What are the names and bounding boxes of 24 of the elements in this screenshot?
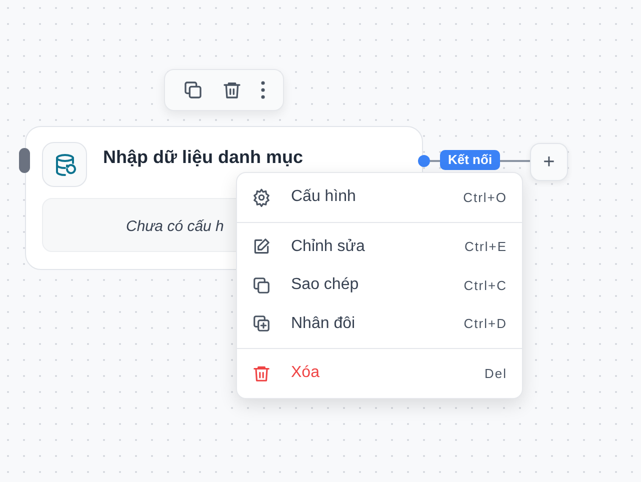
edit-icon [252,237,271,256]
add-node-button[interactable]: + [530,143,568,181]
duplicate-icon [252,314,271,334]
connection-label: Kết nối [440,150,500,170]
shortcut-text: Ctrl+D [464,315,507,333]
shortcut-text: Ctrl+C [464,276,507,294]
menu-item[interactable]: Xóa Del [237,354,522,392]
more-icon [261,81,266,99]
menu-item[interactable]: Nhân đôi Ctrl+D [237,304,522,343]
copy-icon [182,80,203,100]
menu-item[interactable]: Chỉnh sửa Ctrl+E [237,228,522,266]
description-text: Chưa có cấu h [126,217,224,237]
trash-icon [222,80,242,100]
shortcut-text: Ctrl+O [463,188,507,206]
output-handle[interactable] [418,155,430,167]
node-title: Nhập dữ liệu danh mục [103,146,304,168]
shortcut-text: Ctrl+E [464,238,507,256]
settings-icon [252,188,271,207]
shortcut-text: Del [484,364,507,382]
menu-item[interactable]: Sao chép Ctrl+C [237,266,522,304]
menu-item[interactable]: Cấu hình Ctrl+O [237,178,522,216]
input-handle[interactable] [19,148,30,173]
trash-icon [252,364,271,383]
copy-icon [252,276,271,295]
